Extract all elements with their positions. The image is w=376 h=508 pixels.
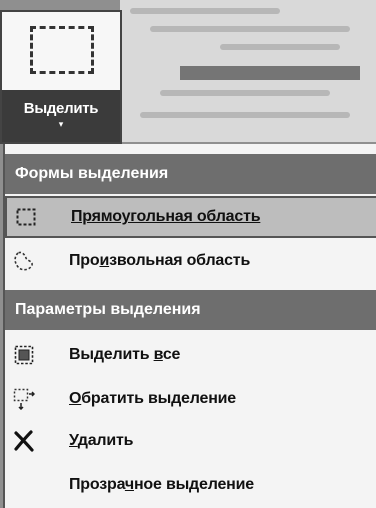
section-header-shapes: Формы выделения (5, 154, 376, 194)
invert-selection-icon (13, 388, 35, 410)
menu-item-invert-selection[interactable]: Обратить выделение (5, 378, 376, 420)
select-split-button[interactable]: Выделить ▾ (0, 10, 122, 144)
freeform-selection-icon (13, 250, 35, 272)
access-key: в (153, 346, 163, 363)
menu-item-freeform-area[interactable]: Произвольная область (5, 240, 376, 282)
menu-item-rectangular-area[interactable]: Прямоугольная область (5, 196, 376, 238)
menu-item-transparent-selection[interactable]: Прозрачное выделение (5, 464, 376, 506)
section-header-options: Параметры выделения (5, 290, 376, 330)
menu-item-label: Прямоугольная область (71, 208, 261, 225)
delete-icon (13, 430, 35, 452)
label-part: Про (69, 252, 100, 269)
select-all-icon (13, 344, 35, 366)
label-part: братить выделение (81, 390, 236, 407)
label-part: Выделить (69, 346, 154, 363)
select-button-top[interactable] (2, 12, 120, 90)
background-document (120, 0, 376, 142)
access-key: У (69, 432, 78, 449)
label-part: ное выделение (133, 476, 254, 493)
chevron-down-icon: ▾ (58, 119, 64, 129)
transparent-selection-icon (13, 474, 35, 496)
menu-item-delete[interactable]: Удалить (5, 420, 376, 462)
selection-dropdown-menu: Формы выделения Прямоугольная область Пр… (3, 144, 376, 508)
label-part: звольная область (109, 252, 251, 269)
label-part: се (162, 346, 181, 363)
access-key: и (99, 252, 110, 269)
select-label: Выделить (23, 100, 99, 117)
menu-item-select-all[interactable]: Выделить все (5, 334, 376, 376)
access-key: О (69, 390, 82, 407)
label-part: Прозра (69, 476, 125, 493)
label-part: далить (77, 432, 134, 449)
rectangular-selection-icon (15, 206, 37, 228)
select-dropdown-button[interactable]: Выделить ▾ (2, 90, 120, 142)
access-key: ч (124, 476, 134, 493)
rectangle-select-icon (30, 26, 94, 74)
